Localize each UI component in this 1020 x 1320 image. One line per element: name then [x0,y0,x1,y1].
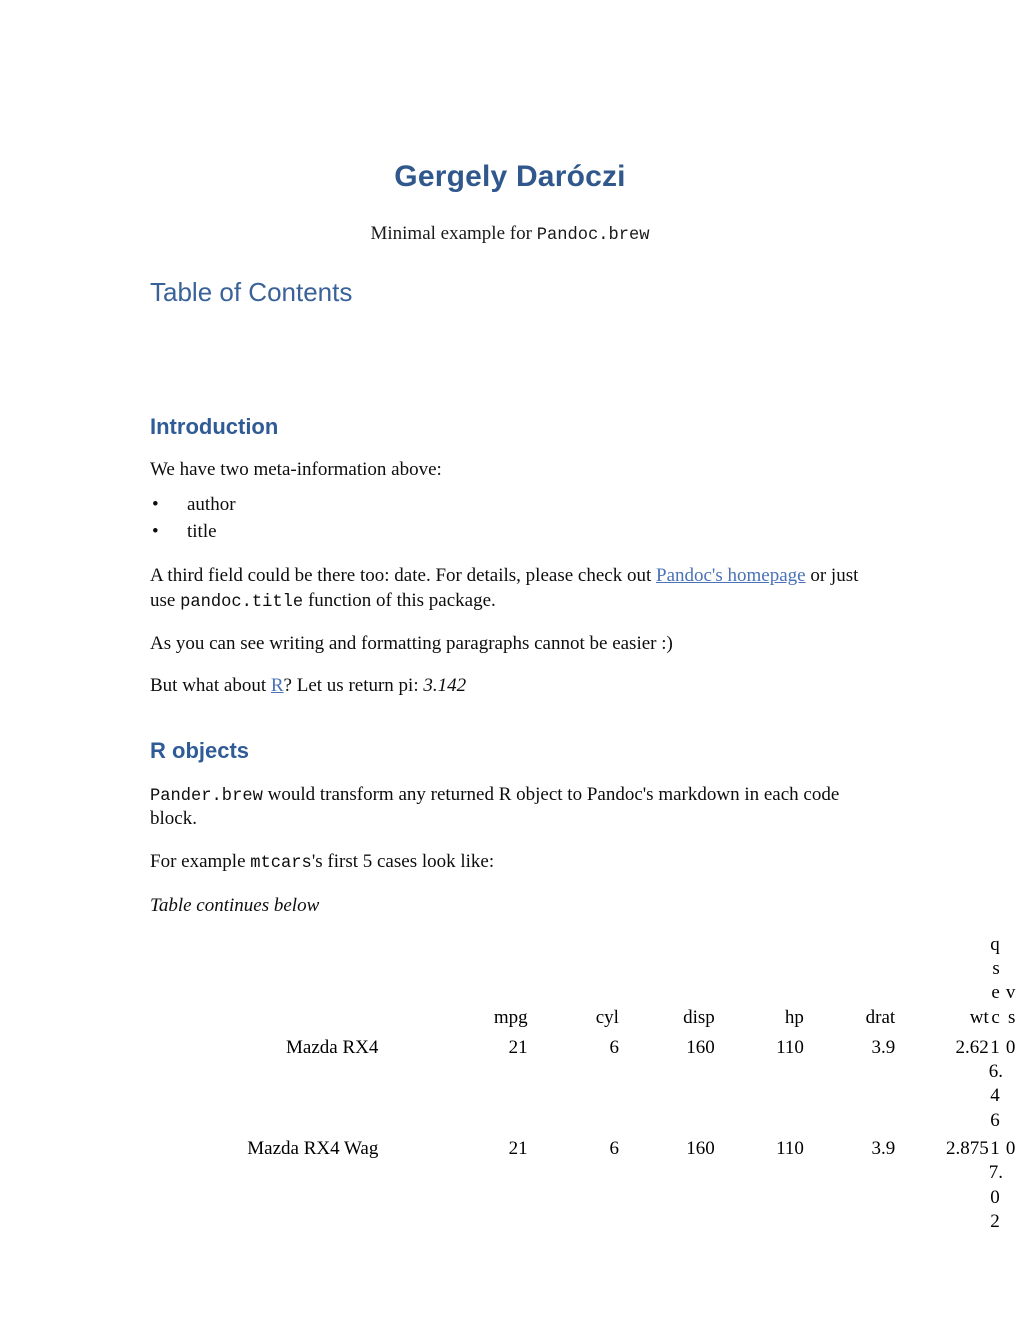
document-page: Gergely Daróczi Minimal example for Pand… [0,0,1020,1320]
section-heading-introduction: Introduction [150,413,279,439]
cell-wt: 2.875 [946,1138,989,1160]
cell-qsec: 17.02 [989,1133,1005,1234]
pandoc-title-code: pandoc.title [180,592,304,612]
cell-drat: 3.9 [871,1138,896,1160]
r-objects-paragraph-mtcars: For example mtcars's first 5 cases look … [150,832,870,875]
column-header-rowname [150,933,378,1032]
r-objects-paragraph-brew: Pander.brew would transform any returned… [150,765,870,832]
table-of-contents-heading: Table of Contents [150,276,353,307]
table-row: Mazda RX4 Wag 21 6 160 110 3.9 2.875 17.… [150,1133,1020,1234]
table-header: mpg cyl disp hp drat wt qsec vs [150,933,1020,1032]
column-header-disp: disp [683,1006,715,1028]
list-item-label: author [187,494,236,516]
column-spacer [378,933,434,1032]
column-spacer [378,1133,434,1234]
meta-information-list: • author • title [150,482,870,546]
bullet-icon: • [152,494,159,516]
table-body: Mazda RX4 21 6 160 110 3.9 2.62 16.46 0 … [150,1032,1020,1235]
table-header-row: mpg cyl disp hp drat wt qsec vs [150,933,1020,1032]
paragraph-text-segment: For example [150,850,251,872]
introduction-paragraph-pi: But what about R? Let us return pi: 3.14… [150,656,870,698]
cell-vs-text: 0 [1005,1138,1016,1160]
table-of-contents-body [150,308,870,394]
column-header-drat: drat [865,1006,896,1028]
paragraph-text-segment: A third field could be there too: date. … [150,565,656,587]
cell-cyl: 6 [609,1036,619,1058]
cell-disp: 160 [686,1138,715,1160]
cell-drat: 3.9 [871,1036,896,1058]
cell-vs: 0 [1004,1133,1020,1234]
row-label: Mazda RX4 Wag [247,1138,379,1160]
section-heading-r-objects: R objects [150,738,250,764]
column-header-vs-text: vs [1005,982,1016,1028]
subtitle-text: Minimal example for [370,222,537,244]
document-title: Gergely Daróczi [394,160,626,193]
column-header-vs: vs [1004,933,1020,1032]
column-header-wt: wt [969,1006,989,1028]
column-header-hp: hp [784,1006,804,1028]
mtcars-code: mtcars [250,853,312,873]
table-row: Mazda RX4 21 6 160 110 3.9 2.62 16.46 0 [150,1032,1020,1133]
cell-wt: 2.62 [955,1036,989,1058]
column-spacer [378,1032,434,1133]
cell-cyl: 6 [609,1138,619,1160]
cell-qsec-text: 17.02 [988,1138,1004,1233]
table-continuation-note: Table continues below [150,894,320,916]
introduction-intro-paragraph: We have two meta-information above: [150,459,442,481]
cell-qsec: 16.46 [989,1032,1005,1133]
subtitle-code: Pandoc.brew [536,225,650,245]
column-header-qsec-text: qsec [990,933,1000,1028]
paragraph-text-segment: 's first 5 cases look like: [311,850,495,872]
introduction-paragraph-formatting: As you can see writing and formatting pa… [150,632,673,654]
column-header-cyl: cyl [595,1006,619,1028]
pandoc-homepage-link[interactable]: Pandoc's homepage [656,565,806,586]
mtcars-table: mpg cyl disp hp drat wt qsec vs Mazda RX… [150,933,1020,1235]
document-subtitle: Minimal example for Pandoc.brew [150,195,870,245]
paragraph-text-segment: function of this package. [303,589,496,611]
mtcars-table-container: mpg cyl disp hp drat wt qsec vs Mazda RX… [150,917,1020,1235]
bullet-icon: • [152,521,159,543]
cell-mpg: 21 [508,1036,528,1058]
introduction-paragraph-date: A third field could be there too: date. … [150,546,870,613]
row-label: Mazda RX4 [286,1036,379,1058]
pi-value: 3.142 [423,674,467,696]
cell-mpg: 21 [508,1138,528,1160]
paragraph-text-segment: ? Let us return pi: [283,674,424,696]
list-item: • title [150,519,870,546]
cell-vs: 0 [1004,1032,1020,1133]
column-header-mpg: mpg [493,1006,528,1028]
column-header-qsec: qsec [989,933,1005,1032]
list-item: • author [150,492,870,519]
cell-hp: 110 [776,1138,804,1160]
cell-vs-text: 0 [1005,1036,1016,1058]
cell-qsec-text: 16.46 [988,1036,1004,1131]
cell-disp: 160 [686,1036,715,1058]
paragraph-text-segment: But what about [150,674,271,696]
pander-brew-code: Pander.brew [150,786,263,806]
list-item-label: title [187,521,217,543]
cell-hp: 110 [776,1036,804,1058]
r-language-link[interactable]: R [271,675,284,696]
